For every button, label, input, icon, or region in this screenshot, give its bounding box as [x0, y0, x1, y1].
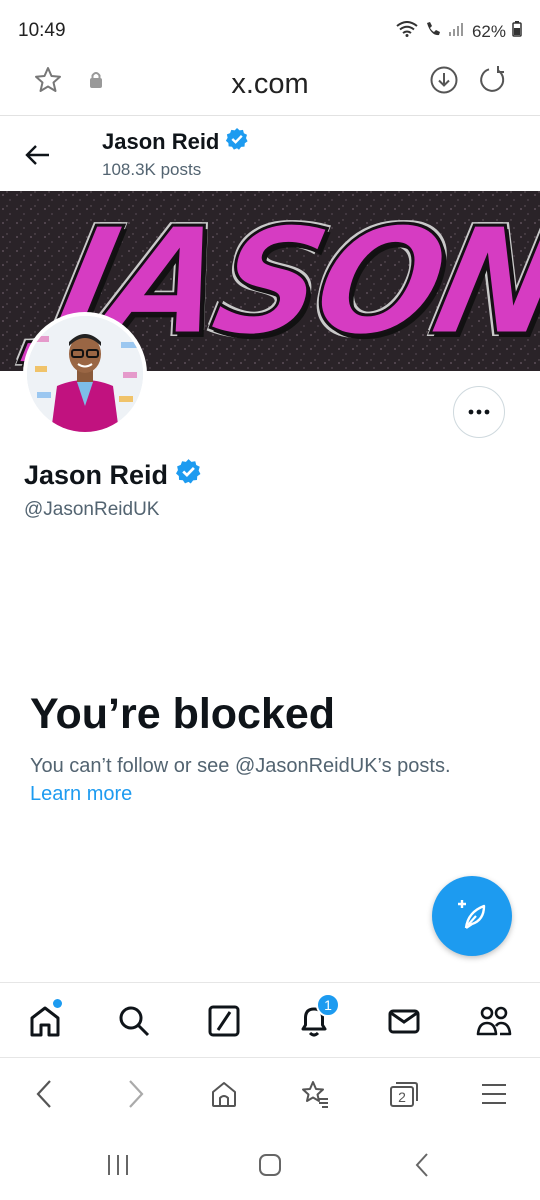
- home-unread-dot: [53, 999, 62, 1008]
- header-post-count: 108.3K posts: [102, 160, 202, 179]
- nav-notifications[interactable]: 1: [292, 993, 340, 1043]
- avatar-photo: [27, 316, 143, 432]
- battery-icon: [512, 21, 522, 42]
- bookmark-star-icon[interactable]: [32, 64, 64, 96]
- nav-communities[interactable]: [472, 999, 516, 1043]
- reload-icon[interactable]: [476, 64, 508, 96]
- lock-icon[interactable]: [80, 64, 112, 96]
- blocked-title: You’re blocked: [30, 690, 336, 738]
- nav-messages[interactable]: [382, 999, 426, 1043]
- compose-post-button[interactable]: [432, 876, 512, 956]
- wifi-icon: [396, 21, 418, 42]
- mail-icon: [388, 1009, 420, 1034]
- browser-back-button[interactable]: [24, 1074, 64, 1114]
- hamburger-menu-icon: [482, 1084, 506, 1104]
- status-bar: 10:49 62%: [0, 0, 540, 60]
- nav-home[interactable]: [23, 999, 67, 1043]
- browser-toolbar: 2: [0, 1058, 540, 1128]
- notification-badge: 1: [316, 993, 340, 1017]
- battery-text: 62%: [471, 21, 506, 41]
- grok-icon: [208, 1005, 240, 1037]
- browser-bookmarks-button[interactable]: [295, 1074, 335, 1114]
- browser-home-button[interactable]: [204, 1074, 244, 1114]
- bookmarks-star-icon: [302, 1081, 328, 1108]
- status-time: 10:49: [18, 20, 66, 41]
- header-name: Jason Reid: [102, 129, 220, 154]
- search-icon: [119, 1006, 150, 1037]
- browser-menu-button[interactable]: [474, 1074, 514, 1114]
- tabs-count: 2: [398, 1089, 406, 1105]
- recent-apps-icon: [108, 1155, 128, 1175]
- feather-plus-icon: [458, 900, 486, 929]
- display-name: Jason Reid: [24, 459, 169, 490]
- display-name-row: Jason Reid: [24, 458, 202, 492]
- browser-tabs-button[interactable]: 2: [384, 1074, 424, 1114]
- verified-badge-icon: [225, 127, 249, 157]
- download-icon[interactable]: [428, 64, 460, 96]
- call-icon: [424, 20, 442, 43]
- system-back-button[interactable]: [402, 1150, 442, 1180]
- status-indicators: 62%: [396, 20, 522, 43]
- header-name-row: Jason Reid: [102, 127, 249, 157]
- system-home-button[interactable]: [250, 1150, 290, 1180]
- more-options-button[interactable]: [453, 386, 505, 438]
- signal-icon: [448, 21, 466, 42]
- profile-header: Jason Reid 108.3K posts: [0, 117, 540, 191]
- chevron-right-icon: [129, 1080, 144, 1108]
- chevron-left-icon: [36, 1080, 51, 1108]
- nav-grok[interactable]: [202, 999, 246, 1043]
- home-icon: [30, 1006, 60, 1037]
- tabs-icon: 2: [390, 1082, 418, 1107]
- nav-search[interactable]: [112, 999, 156, 1043]
- back-arrow-icon[interactable]: [22, 139, 54, 171]
- more-dots-icon: [468, 409, 490, 415]
- learn-more-link[interactable]: Learn more: [30, 783, 132, 806]
- avatar[interactable]: [23, 312, 147, 436]
- system-back-icon: [415, 1153, 428, 1177]
- bottom-navigation: 1: [0, 982, 540, 1058]
- profile-handle: @JasonReidUK: [24, 499, 160, 520]
- communities-icon: [476, 1006, 512, 1036]
- system-navigation-bar: [0, 1128, 540, 1200]
- home-outline-icon: [212, 1082, 236, 1107]
- verified-badge-icon: [175, 458, 202, 492]
- recent-apps-button[interactable]: [98, 1150, 138, 1180]
- system-home-icon: [259, 1154, 281, 1176]
- blocked-description: You can’t follow or see @JasonReidUK’s p…: [30, 755, 451, 777]
- browser-forward-button[interactable]: [116, 1074, 156, 1114]
